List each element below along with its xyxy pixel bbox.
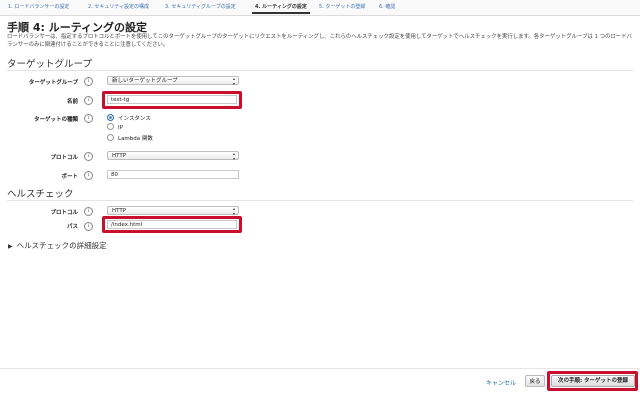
radio-selected-icon [107,114,114,121]
info-icon[interactable]: i [84,114,93,123]
page-description: ロードバランサーは、指定するプロトコルとポートを使用してこのターゲットグループの… [7,34,632,48]
port-label: ポート [61,174,78,180]
radio-icon [107,123,114,130]
step-1-tab[interactable]: 1. ロードバランサーの設定 [8,3,69,10]
target-type-instance-radio[interactable]: インスタンス [107,114,151,122]
protocol-select-value: HTTP [112,153,127,159]
info-icon[interactable]: i [84,77,93,86]
target-type-lambda-label: Lambda 関数 [118,136,153,142]
section-divider [7,70,633,71]
step-5-tab[interactable]: 5. ターゲットの登録 [319,3,365,10]
next-step-button[interactable]: 次の手順: ターゲットの登録 [551,375,635,387]
target-type-label: ターゲットの種類 [33,117,78,123]
protocol-label: プロトコル [50,155,78,161]
target-type-lambda-radio[interactable]: Lambda 関数 [107,134,153,142]
health-check-section-title: ヘルスチェック [7,189,74,200]
target-type-ip-radio[interactable]: IP [107,123,123,131]
target-group-select-value: 新しいターゲットグループ [112,78,178,84]
protocol-select[interactable]: HTTP ▴ ▾ [107,151,239,160]
info-icon[interactable]: i [84,222,93,231]
step-6-tab[interactable]: 6. 確認 [379,3,395,10]
health-protocol-label: プロトコル [50,210,78,216]
info-icon[interactable]: i [84,152,93,161]
step-4-tab: 4. ルーティングの設定 [252,4,310,14]
step-2-tab[interactable]: 2. セキュリティ設定の構成 [88,3,149,10]
target-type-instance-label: インスタンス [118,116,151,122]
name-label: 名前 [66,99,78,105]
path-label: パス [66,224,78,230]
target-group-select[interactable]: 新しいターゲットグループ ▴ ▾ [107,76,239,85]
step-3-tab[interactable]: 3. セキュリティグループの設定 [165,3,236,10]
select-arrows-icon: ▴ ▾ [232,206,235,216]
advanced-health-check-label: ヘルスチェックの詳細設定 [16,241,107,250]
target-type-ip-label: IP [118,125,123,131]
select-arrows-icon: ▴ ▾ [232,151,235,161]
info-icon[interactable]: i [84,207,93,216]
port-input[interactable]: 80 [107,170,239,179]
info-icon[interactable]: i [84,171,93,180]
footer-divider [0,368,640,369]
health-protocol-select-value: HTTP [112,208,127,214]
section-divider [7,200,633,201]
path-input[interactable]: /index.html [107,220,237,229]
name-input[interactable]: test-tg [107,95,237,104]
advanced-health-check-toggle[interactable]: ▶ ヘルスチェックの詳細設定 [8,240,107,251]
health-protocol-select[interactable]: HTTP ▴ ▾ [107,206,239,215]
wizard-steps: 1. ロードバランサーの設定 2. セキュリティ設定の構成 3. セキュリティグ… [0,0,640,16]
expand-triangle-icon: ▶ [8,243,13,250]
select-arrows-icon: ▴ ▾ [232,76,235,86]
radio-icon [107,134,114,141]
info-icon[interactable]: i [84,96,93,105]
target-group-section-title: ターゲットグループ [7,59,92,70]
back-button[interactable]: 戻る [525,375,545,387]
target-group-label: ターゲットグループ [28,80,78,86]
cancel-link[interactable]: キャンセル [486,378,516,387]
